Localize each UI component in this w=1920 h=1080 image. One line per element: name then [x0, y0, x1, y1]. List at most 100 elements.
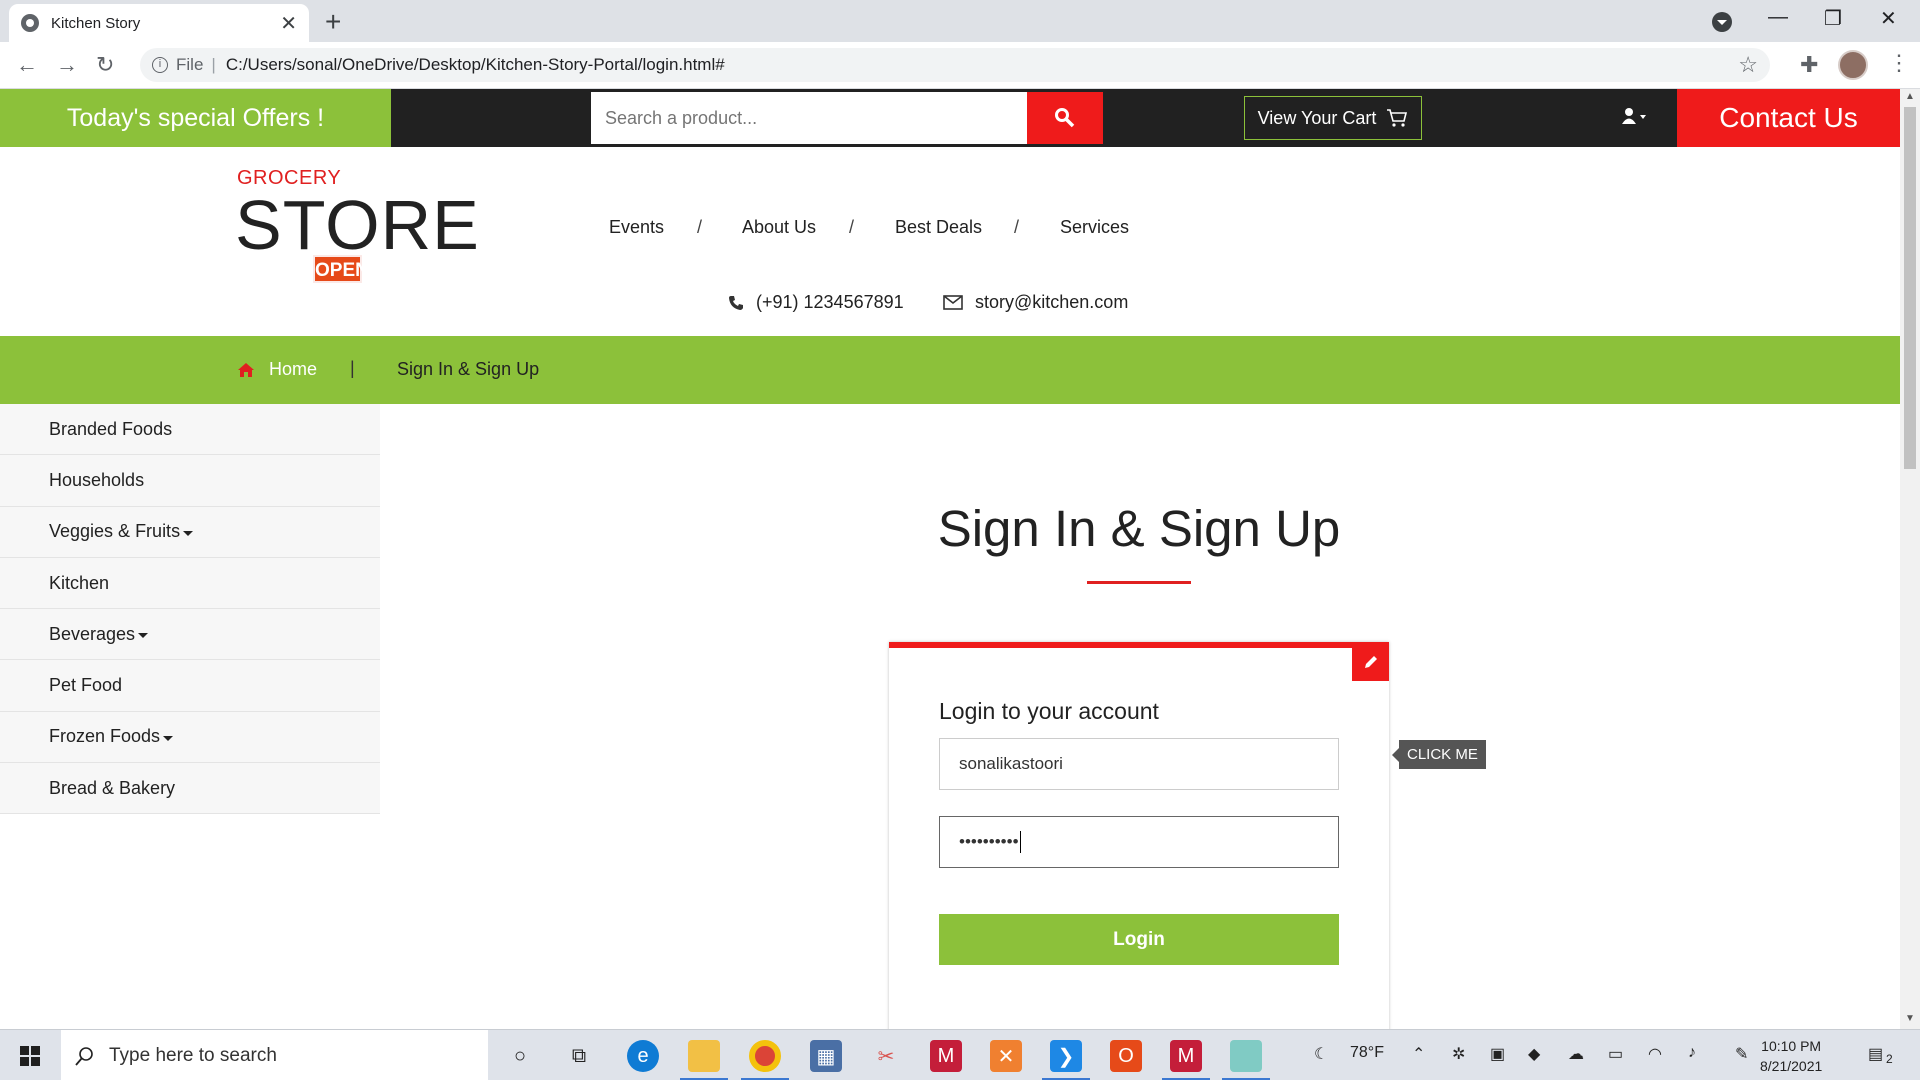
nav-best-deals[interactable]: Best Deals [895, 217, 982, 238]
browser-tab-strip: Kitchen Story ✕ + — ❐ ✕ [0, 0, 1920, 42]
forward-icon[interactable]: → [56, 52, 78, 78]
cortana-icon[interactable]: ○ [504, 1040, 536, 1072]
nav-separator: / [697, 217, 703, 237]
sidebar-item-bread-bakery[interactable]: Bread & Bakery [0, 763, 380, 815]
scrollbar-thumb[interactable] [1904, 107, 1916, 469]
close-window-icon[interactable]: ✕ [1880, 6, 1897, 31]
nav-services[interactable]: Services [1060, 217, 1129, 238]
pen-icon[interactable]: ✎ [1735, 1044, 1748, 1064]
view-cart-button[interactable]: View Your Cart [1244, 96, 1422, 140]
phone-contact: (+91) 1234567891 [728, 292, 904, 313]
special-offers-banner[interactable]: Today's special Offers ! [0, 89, 391, 147]
windows-start-icon[interactable] [20, 1046, 40, 1066]
search-icon [1055, 108, 1075, 128]
sidebar-item-frozen-foods[interactable]: Frozen Foods [0, 711, 380, 764]
notification-icon[interactable]: ▤ [1868, 1044, 1883, 1064]
scroll-down-arrow[interactable]: ▼ [1905, 1013, 1915, 1024]
page-scrollbar[interactable]: ▲ ▼ [1900, 89, 1920, 1029]
scroll-up-arrow[interactable]: ▲ [1905, 91, 1915, 102]
info-icon[interactable]: i [152, 57, 168, 73]
bookmark-star-icon[interactable]: ☆ [1738, 52, 1758, 78]
close-tab-icon[interactable]: ✕ [280, 11, 297, 36]
form-toggle-button[interactable] [1352, 642, 1389, 681]
cart-label: View Your Cart [1257, 107, 1377, 128]
product-search-input[interactable] [591, 92, 1027, 144]
taskbar-search[interactable]: Type here to search [61, 1030, 488, 1080]
search-icon [75, 1046, 93, 1066]
page-title: Sign In & Sign Up [937, 500, 1341, 557]
onedrive-icon[interactable]: ☁ [1568, 1044, 1584, 1064]
breadcrumb-home[interactable]: Home [237, 359, 317, 380]
mcafee-security-icon[interactable]: M [1170, 1040, 1202, 1072]
profile-avatar[interactable] [1838, 50, 1868, 80]
browser-tab[interactable]: Kitchen Story ✕ [9, 4, 309, 42]
home-icon [238, 362, 254, 377]
password-input[interactable]: •••••••••• [939, 816, 1339, 868]
login-button[interactable]: Login [939, 914, 1339, 965]
search-button[interactable] [1027, 92, 1103, 144]
category-sidebar: Branded Foods Households Veggies & Fruit… [0, 404, 380, 815]
back-icon[interactable]: ← [16, 52, 38, 78]
sidebar-item-pet-food[interactable]: Pet Food [0, 660, 380, 712]
task-view-icon[interactable]: ⧉ [563, 1040, 595, 1072]
minimize-icon[interactable]: — [1768, 6, 1788, 29]
nav-about-us[interactable]: About Us [742, 217, 816, 238]
network-app-icon[interactable]: ✲ [1452, 1044, 1465, 1064]
calculator-icon[interactable]: ▦ [810, 1040, 842, 1072]
restore-icon[interactable]: ❐ [1824, 6, 1842, 31]
web-page: Today's special Offers ! View Your Cart … [0, 89, 1900, 1029]
meet-icon[interactable]: ▣ [1490, 1044, 1505, 1064]
open-sign-logo: OPEN [313, 255, 369, 283]
top-strip: Today's special Offers ! View Your Cart … [0, 89, 1900, 147]
extensions-icon[interactable]: ✚ [1800, 52, 1818, 78]
breadcrumb-separator: | [350, 358, 355, 378]
logo-title[interactable]: STORE [235, 185, 480, 265]
login-heading: Login to your account [939, 698, 1159, 724]
login-card: Login to your account sonalikastoori •••… [889, 642, 1389, 1029]
url-text[interactable]: C:/Users/sonal/OneDrive/Desktop/Kitchen-… [226, 55, 725, 75]
dropbox-icon[interactable]: ◆ [1528, 1044, 1540, 1064]
menu-icon[interactable]: ⋮ [1888, 50, 1910, 76]
notes-app-icon[interactable] [1230, 1040, 1262, 1072]
phone-number: (+91) 1234567891 [756, 292, 904, 312]
file-explorer-icon[interactable] [688, 1040, 720, 1072]
url-scheme: File [176, 55, 204, 74]
xampp-icon[interactable]: ✕ [990, 1040, 1022, 1072]
sidebar-item-veggies-fruits[interactable]: Veggies & Fruits [0, 506, 380, 558]
new-tab-button[interactable]: + [325, 6, 341, 38]
globe-icon [21, 14, 39, 32]
wifi-icon[interactable]: ◠ [1648, 1044, 1662, 1064]
vscode-icon[interactable]: ❯ [1050, 1040, 1082, 1072]
weather-moon-icon: ☾ [1314, 1046, 1329, 1063]
contact-us-button[interactable]: Contact Us [1677, 89, 1900, 147]
volume-icon[interactable]: ♪ [1688, 1044, 1696, 1062]
sidebar-item-branded-foods[interactable]: Branded Foods [0, 404, 380, 456]
pencil-icon [1364, 655, 1377, 668]
address-bar[interactable]: i File | C:/Users/sonal/OneDrive/Desktop… [140, 48, 1770, 82]
address-toolbar: ← → ↻ i File | C:/Users/sonal/OneDrive/D… [0, 42, 1920, 89]
edge-icon[interactable]: e [627, 1040, 659, 1072]
email-contact: story@kitchen.com [943, 292, 1128, 313]
weather-temp[interactable]: 78°F [1350, 1044, 1384, 1062]
sidebar-item-households[interactable]: Households [0, 455, 380, 507]
caret-down-icon [138, 633, 149, 639]
reload-icon[interactable]: ↻ [96, 52, 114, 78]
chevron-up-icon[interactable]: ⌃ [1412, 1044, 1425, 1064]
office-icon[interactable]: O [1110, 1040, 1142, 1072]
nav-events[interactable]: Events [609, 217, 664, 238]
tab-title: Kitchen Story [51, 14, 141, 32]
sidebar-item-beverages[interactable]: Beverages [0, 609, 380, 661]
user-menu-icon[interactable] [1622, 107, 1648, 130]
mcafee-icon[interactable]: M [930, 1040, 962, 1072]
envelope-icon [943, 295, 963, 310]
battery-icon[interactable]: ▭ [1608, 1044, 1623, 1064]
snipping-tool-icon[interactable]: ✂ [870, 1040, 902, 1072]
tab-search-icon[interactable] [1712, 12, 1732, 32]
system-clock[interactable]: 10:10 PM 8/21/2021 [1760, 1036, 1822, 1076]
sidebar-item-kitchen[interactable]: Kitchen [0, 557, 380, 610]
username-input[interactable]: sonalikastoori [939, 738, 1339, 790]
chrome-icon[interactable] [749, 1040, 781, 1072]
email-address[interactable]: story@kitchen.com [975, 292, 1128, 313]
notification-count: 2 [1886, 1052, 1893, 1066]
title-underline [1087, 581, 1191, 584]
